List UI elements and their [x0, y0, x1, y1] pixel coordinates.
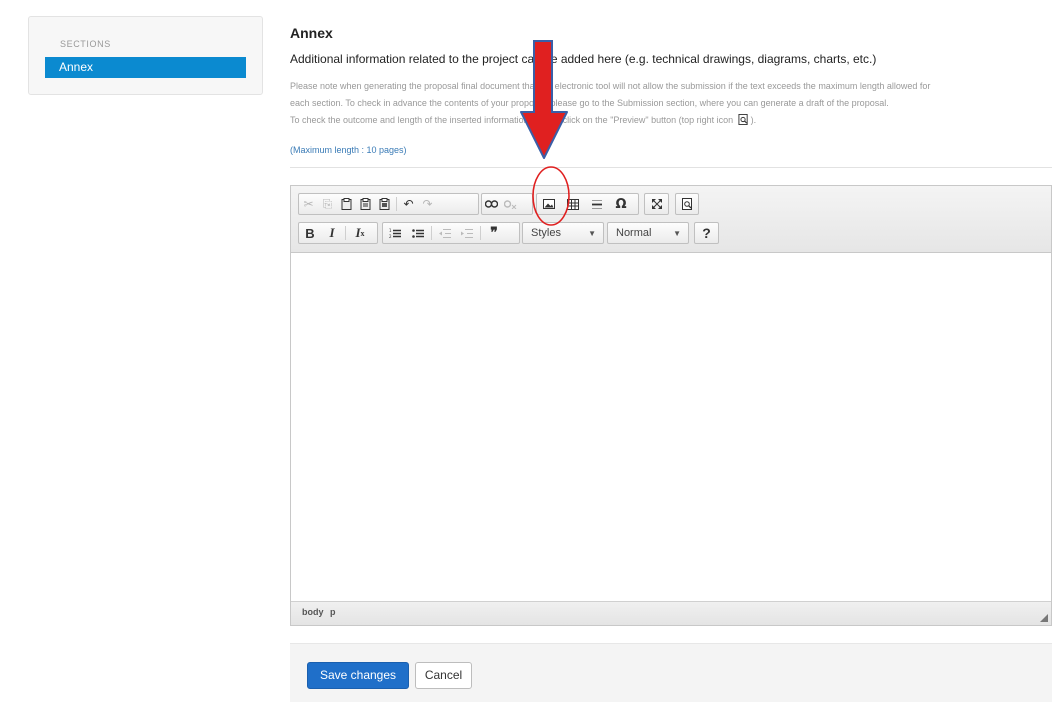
svg-text:1: 1 [389, 228, 392, 233]
help-icon[interactable]: ? [695, 223, 718, 243]
sections-heading: SECTIONS [60, 39, 111, 49]
chevron-down-icon: ▼ [588, 229, 596, 238]
cancel-button[interactable]: Cancel [415, 662, 472, 689]
toolbar-separator [431, 226, 432, 240]
editor-statusbar: body p [291, 601, 1051, 625]
editor-toolbar: ✂ ⎘ ↶ ↷ Ω B I I x 1 2 ❞ Styles ▼ Normal … [291, 186, 1051, 253]
divider [290, 167, 1052, 168]
horizontal-line-icon[interactable] [585, 194, 609, 214]
toolbar-group-preview [675, 193, 699, 215]
maximize-icon[interactable] [645, 194, 668, 214]
link-icon[interactable] [482, 194, 501, 214]
remove-format-icon[interactable]: Ix [348, 223, 372, 243]
length-note: Please note when generating the proposal… [290, 78, 1050, 129]
note-tail: ). [750, 115, 757, 125]
indent-icon[interactable] [456, 223, 478, 243]
element-path[interactable]: body p [302, 607, 336, 617]
svg-text:2: 2 [389, 234, 392, 239]
paste-word-icon[interactable] [375, 194, 394, 214]
resize-handle-icon[interactable] [1040, 614, 1048, 622]
toolbar-group-basicstyles: B I Ix [298, 222, 378, 244]
format-dropdown[interactable]: Normal ▼ [607, 222, 689, 244]
toolbar-group-links [481, 193, 533, 215]
note-line: each section. To check in advance the co… [290, 98, 889, 108]
unlink-icon[interactable] [501, 194, 520, 214]
outdent-icon[interactable] [434, 223, 456, 243]
sections-panel: SECTIONS Annex [28, 16, 263, 95]
italic-icon[interactable]: I [321, 223, 343, 243]
bulleted-list-icon[interactable] [406, 223, 429, 243]
toolbar-group-paragraph: 12 ❞ [382, 222, 520, 244]
page-title: Annex [290, 25, 333, 41]
note-line: Please note when generating the proposal… [290, 81, 931, 91]
toolbar-group-maximize [644, 193, 669, 215]
paste-text-icon[interactable] [356, 194, 375, 214]
rich-text-editor: ✂ ⎘ ↶ ↷ Ω B I I x 1 2 ❞ Styles ▼ Normal … [290, 185, 1052, 626]
copy-icon[interactable]: ⎘ [318, 194, 337, 214]
toolbar-separator [480, 226, 481, 240]
undo-icon[interactable]: ↶ [399, 194, 418, 214]
toolbar-separator [345, 226, 346, 240]
styles-dropdown-label: Styles [531, 227, 561, 239]
note-line: To check the outcome and length of the i… [290, 112, 1050, 129]
toolbar-separator [396, 197, 397, 211]
annotation-arrow [520, 40, 568, 159]
preview-icon [738, 114, 748, 125]
format-dropdown-label: Normal [616, 227, 652, 239]
max-length-label: (Maximum length : 10 pages) [290, 145, 407, 155]
editor-content-area[interactable] [291, 253, 1051, 601]
redo-icon[interactable]: ↷ [418, 194, 437, 214]
cut-icon[interactable]: ✂ [299, 194, 318, 214]
annotation-circle [532, 166, 570, 226]
toolbar-group-clipboard: ✂ ⎘ ↶ ↷ [298, 193, 479, 215]
preview-icon[interactable] [676, 194, 698, 214]
numbered-list-icon[interactable]: 12 [383, 223, 406, 243]
save-button[interactable]: Save changes [307, 662, 409, 689]
blockquote-icon[interactable]: ❞ [483, 223, 505, 243]
section-description: Additional information related to the pr… [290, 52, 877, 66]
bold-icon[interactable]: B [299, 223, 321, 243]
sidebar-item-annex[interactable]: Annex [45, 57, 246, 78]
chevron-down-icon: ▼ [673, 229, 681, 238]
paste-icon[interactable] [337, 194, 356, 214]
toolbar-group-help: ? [694, 222, 719, 244]
note-line-text: To check the outcome and length of the i… [290, 115, 734, 125]
special-char-icon[interactable]: Ω [609, 194, 633, 214]
form-actions: Save changes Cancel [290, 643, 1052, 702]
